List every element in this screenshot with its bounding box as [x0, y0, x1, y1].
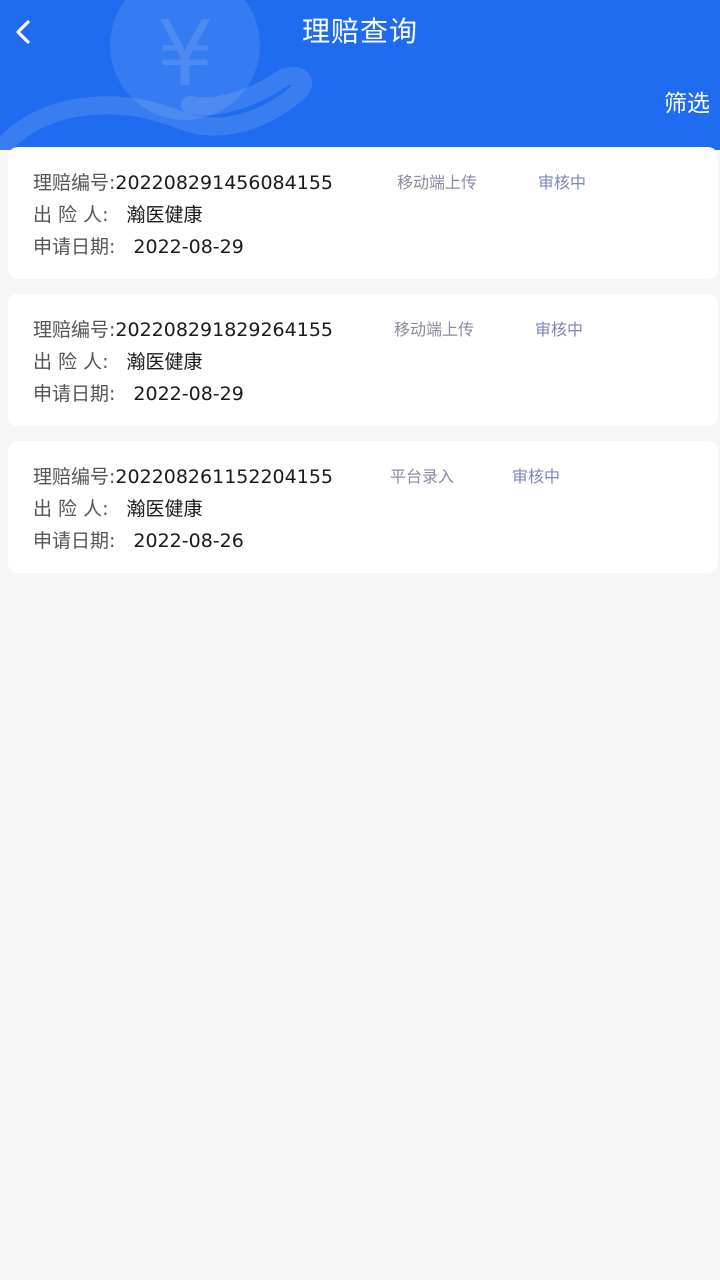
insured-value: 瀚医健康 — [126, 351, 203, 373]
claim-no-value: 202208261152204155 — [115, 466, 333, 488]
insured-value: 瀚医健康 — [126, 204, 203, 226]
claim-card[interactable]: 理赔编号:202208291829264155 移动端上传 审核中 出 险 人:… — [8, 294, 718, 426]
date-row: 申请日期: 2022-08-29 — [33, 378, 718, 410]
claim-source: 平台录入 — [390, 467, 455, 486]
insured-label: 出 险 人: — [33, 204, 109, 226]
insured-row: 出 险 人: 瀚医健康 — [33, 346, 718, 378]
claims-list: 理赔编号:202208291456084155 移动端上传 审核中 出 险 人:… — [8, 147, 718, 588]
top-header: ¥ 理赔查询 筛选 — [0, 0, 720, 150]
insured-label: 出 险 人: — [33, 498, 109, 520]
date-value: 2022-08-26 — [133, 530, 244, 552]
claim-no-row: 理赔编号:202208261152204155 平台录入 审核中 — [33, 461, 718, 493]
claim-no-label: 理赔编号: — [33, 319, 116, 341]
date-label: 申请日期: — [33, 383, 116, 405]
claim-no-row: 理赔编号:202208291456084155 移动端上传 审核中 — [33, 167, 718, 199]
claim-status: 审核中 — [538, 173, 587, 192]
filter-button[interactable]: 筛选 — [664, 86, 710, 122]
claim-card[interactable]: 理赔编号:202208261152204155 平台录入 审核中 出 险 人: 瀚… — [8, 441, 718, 573]
claim-status: 审核中 — [535, 320, 584, 339]
insured-row: 出 险 人: 瀚医健康 — [33, 199, 718, 231]
claim-no-value: 202208291829264155 — [115, 319, 333, 341]
claim-no-value: 202208291456084155 — [115, 172, 333, 194]
insured-row: 出 险 人: 瀚医健康 — [33, 493, 718, 525]
claim-no-label: 理赔编号: — [33, 172, 116, 194]
date-value: 2022-08-29 — [133, 383, 244, 405]
date-label: 申请日期: — [33, 236, 116, 258]
date-label: 申请日期: — [33, 530, 116, 552]
insured-value: 瀚医健康 — [126, 498, 203, 520]
date-row: 申请日期: 2022-08-29 — [33, 231, 718, 263]
date-value: 2022-08-29 — [133, 236, 244, 258]
date-row: 申请日期: 2022-08-26 — [33, 525, 718, 557]
claim-status: 审核中 — [512, 467, 561, 486]
claim-card[interactable]: 理赔编号:202208291456084155 移动端上传 审核中 出 险 人:… — [8, 147, 718, 279]
insured-label: 出 险 人: — [33, 351, 109, 373]
claim-source: 移动端上传 — [394, 320, 475, 339]
claim-source: 移动端上传 — [397, 173, 478, 192]
page-title: 理赔查询 — [301, 15, 418, 48]
claim-no-label: 理赔编号: — [33, 466, 116, 488]
claim-no-row: 理赔编号:202208291829264155 移动端上传 审核中 — [33, 314, 718, 346]
